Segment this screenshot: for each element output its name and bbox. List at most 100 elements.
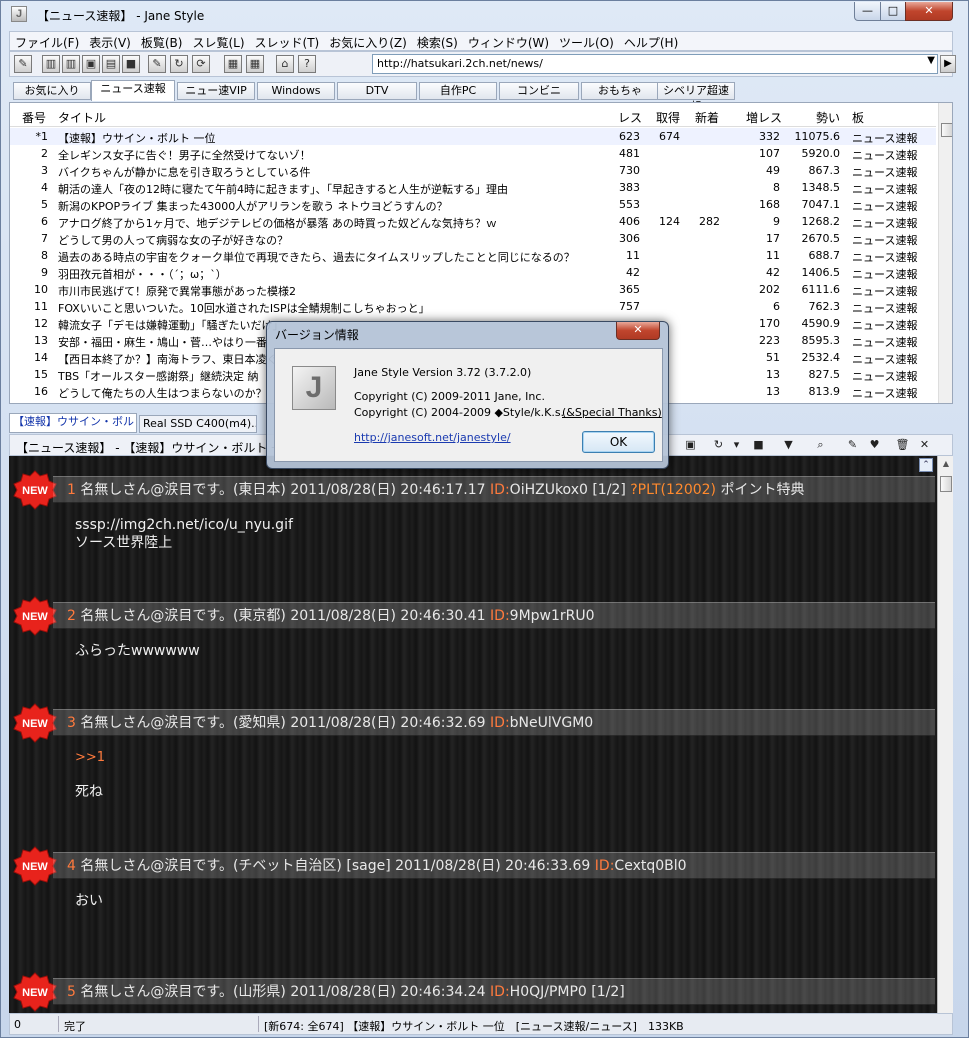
post-number[interactable]: 3 (67, 715, 76, 731)
cell-ikioi: 867.3 (808, 164, 841, 177)
post-number[interactable]: 1 (67, 482, 76, 498)
delete-icon[interactable]: 🗑 (894, 437, 911, 454)
thread-tab-2[interactable]: Real SSD C400(m4)... (139, 415, 257, 433)
post-id-label: ID: (490, 715, 510, 731)
post-id[interactable]: bNeUlVGM0 (510, 715, 594, 731)
scroll-top-icon[interactable]: ⌃ (919, 458, 933, 472)
post-number[interactable]: 2 (67, 608, 76, 624)
cell-board: ニュース速報 (852, 132, 918, 145)
table-row[interactable]: 5 新潟のKPOPライブ 集まった43000人がアリランを歌う ネトウヨどうすんの… (10, 196, 936, 213)
table-row[interactable]: 10 市川市民逃げて！原発で異常事態があった模様2 365 202 6111.6 ニュース… (10, 281, 936, 298)
bookmark-icon[interactable]: ♥ (866, 437, 883, 454)
board-tab-3[interactable]: Windows (257, 82, 335, 100)
post-id-label: ID: (490, 608, 510, 624)
post-id[interactable]: OiHZUkox0 [1/2] (510, 482, 626, 498)
col-board[interactable]: 板 (852, 109, 864, 126)
menu-item-7[interactable]: ウィンドウ(W) (463, 32, 554, 51)
pane2-icon[interactable]: ▥ (62, 55, 80, 73)
board-tab-6[interactable]: コンビニ (499, 82, 579, 100)
url-input[interactable]: http://hatsukari.2ch.net/news/ ▼ (372, 54, 938, 74)
special-thanks-link[interactable]: (&Special Thanks) (562, 406, 662, 419)
table-row[interactable]: 6 アナログ終了から1ヶ月で、地デジテレビの価格が暴落 あの時買った奴どんな気持ち… (10, 213, 936, 230)
dialog-close-button[interactable]: ✕ (616, 322, 660, 340)
pane4-icon[interactable]: ▤ (102, 55, 120, 73)
close-icon[interactable]: ✕ (916, 437, 933, 454)
table-row[interactable]: 4 朝活の達人「夜の12時に寝たて午前4時に起きます」、「早起きすると人生が逆転す… (10, 179, 936, 196)
col-inc[interactable]: 増レス (746, 109, 782, 126)
post-number[interactable]: 5 (67, 984, 76, 1000)
write-icon[interactable]: ✎ (844, 437, 861, 454)
close-button[interactable]: ✕ (905, 2, 953, 21)
col-title[interactable]: タイトル (58, 109, 106, 126)
post-id[interactable]: Cextq0Bl0 (614, 858, 686, 874)
cell-board: ニュース速報 (852, 251, 918, 264)
table-row[interactable]: 3 バイクちゃんが静かに息を引き取ろうとしている件 730 49 867.3 ニュース速報 (10, 162, 936, 179)
menu-item-0[interactable]: ファイル(F) (10, 32, 84, 51)
table-row[interactable]: *1 【速報】ウサイン・ボルト 一位 623 674 332 11075.6 ニュース速報 (10, 128, 936, 145)
scroll-up-icon[interactable]: ▲ (940, 459, 952, 471)
maximize-button[interactable]: □ (880, 2, 906, 21)
reload-all-icon[interactable]: ⟳ (192, 55, 210, 73)
col-no[interactable]: 番号 (22, 109, 46, 126)
pane5-icon[interactable]: ■ (122, 55, 140, 73)
new-badge-icon: NEW (13, 596, 57, 636)
reload-icon[interactable]: ↻ (710, 437, 727, 454)
open-board-icon[interactable]: ▦ (224, 55, 242, 73)
menu-item-8[interactable]: ツール(O) (554, 32, 619, 51)
menu-item-6[interactable]: 検索(S) (412, 32, 463, 51)
board-tab-8[interactable]: シベリア超速報 (657, 82, 735, 113)
thread-tab-1[interactable]: 【速報】ウサイン・ボルト... (9, 413, 137, 433)
search-icon[interactable]: ⌕ (812, 437, 829, 454)
cell-no: 7 (41, 232, 48, 245)
pane1-icon[interactable]: ▥ (42, 55, 60, 73)
scroll-thumb[interactable] (941, 123, 952, 137)
pane3-icon[interactable]: ▣ (82, 55, 100, 73)
homepage-link[interactable]: http://janesoft.net/janestyle/ (354, 431, 511, 444)
table-row[interactable]: 11 FOXいいこと思いついた。10回水道されたISPは全鯖規制こしちゃおっと」 7… (10, 298, 936, 315)
anchor-link[interactable]: >>1 (75, 749, 105, 767)
reload-icon[interactable]: ↻ (170, 55, 188, 73)
post-number[interactable]: 4 (67, 858, 76, 874)
board-tab-7[interactable]: おもちゃ (581, 82, 659, 100)
table-row[interactable]: 8 過去のある時点の宇宙をクォーク単位で再現できたら、過去にタイムスリップしたこと… (10, 247, 936, 264)
open-thread-icon[interactable]: ▦ (246, 55, 264, 73)
board-tab-5[interactable]: 自作PC (419, 82, 497, 100)
view-scrollbar[interactable]: ▲ (937, 456, 953, 1013)
board-tab-2[interactable]: ニュー速VIP (177, 82, 255, 100)
menu-item-1[interactable]: 表示(V) (84, 32, 136, 51)
table-row[interactable]: 7 どうして男の人って病弱な女の子が好きなの？ 306 17 2670.5 ニュース速報 (10, 230, 936, 247)
col-res[interactable]: レス (618, 109, 642, 126)
scroll-thumb[interactable] (940, 476, 952, 492)
board-tab-1[interactable]: ニュース速報 (91, 80, 175, 101)
col-ikioi[interactable]: 勢い (816, 109, 840, 126)
post-id[interactable]: H0QJ/PMP0 [1/2] (510, 984, 625, 1000)
ok-button[interactable]: OK (582, 431, 655, 453)
chevron-down-icon[interactable]: ▾ (728, 437, 745, 454)
go-arrow-icon[interactable]: ▶ (940, 55, 956, 73)
app-icon[interactable]: J (11, 6, 27, 22)
menu-item-9[interactable]: ヘルプ(H) (619, 32, 683, 51)
menu-item-2[interactable]: 板覧(B) (136, 32, 188, 51)
home-icon[interactable]: ⌂ (276, 55, 294, 73)
menu-item-4[interactable]: スレッド(T) (250, 32, 325, 51)
table-row[interactable]: 9 羽田孜元首相が・・・（´；ω；`） 42 42 1406.5 ニュース速報 (10, 264, 936, 281)
menu-item-3[interactable]: スレ覧(L) (187, 32, 249, 51)
write-icon[interactable]: ✎ (148, 55, 166, 73)
table-row[interactable]: 2 全レギンス女子に告ぐ！男子に全然受けてないゾ！ 481 107 5920.0 ニュース… (10, 145, 936, 162)
board-tab-4[interactable]: DTV (337, 82, 417, 100)
help-icon[interactable]: ? (298, 55, 316, 73)
title-bar[interactable]: J 【ニュース速報】 - Jane Style — □ ✕ (1, 1, 968, 29)
stop-icon[interactable]: ■ (750, 437, 767, 454)
menu-item-5[interactable]: お気に入り(Z) (324, 32, 412, 51)
thread-info-icon[interactable]: ▣ (682, 437, 699, 454)
col-new[interactable]: 新着 (695, 109, 719, 126)
list-scrollbar[interactable] (938, 103, 952, 403)
pen-icon[interactable]: ✎ (14, 55, 32, 73)
minimize-button[interactable]: — (854, 2, 881, 21)
post-id[interactable]: 9Mpw1rRU0 (510, 608, 595, 624)
post-name: 名無しさん@涙目です。(東日本) (80, 482, 286, 498)
col-get[interactable]: 取得 (656, 109, 680, 126)
scroll-down-icon[interactable]: ▼ (780, 437, 797, 454)
chevron-down-icon[interactable]: ▼ (927, 55, 935, 66)
board-tab-0[interactable]: お気に入り (13, 82, 91, 100)
